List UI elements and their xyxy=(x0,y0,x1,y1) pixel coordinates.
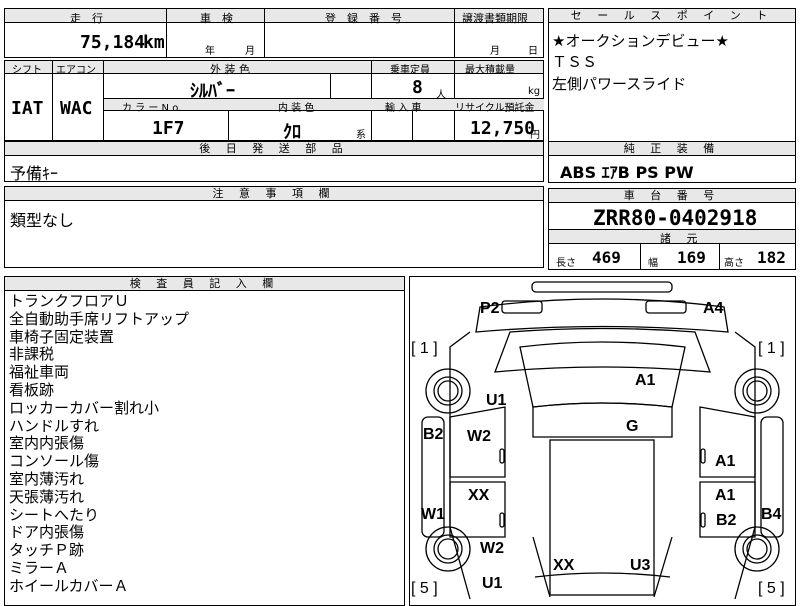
equipment-value: ABS ｴｱB PS PW xyxy=(560,163,694,182)
length-value: 469 xyxy=(592,248,621,267)
header-shift: シフト xyxy=(12,65,42,76)
damage-mark: B2 xyxy=(423,426,444,443)
recycle-unit: 円 xyxy=(530,130,540,141)
damage-mark: W2 xyxy=(467,428,491,445)
width-value: 169 xyxy=(677,248,706,267)
later-parts-header: 後 日 発 送 部 品 xyxy=(5,142,543,156)
header-mileage: 走 行 xyxy=(70,12,103,25)
inspector-list: トランクフロアＵ 全自動助手席リフトアップ 車椅子固定装置 非課税 福祉車両 看… xyxy=(9,292,190,596)
later-parts-value: 予備ｷｰ xyxy=(10,164,59,183)
header-recycle: リサイクル預託金 xyxy=(455,103,535,114)
damage-mark: [ 5 ] xyxy=(411,580,438,597)
chassis-header: 車 台 番 号 xyxy=(549,189,795,203)
damage-mark: U1 xyxy=(486,392,507,409)
header-interior: 内 装 色 xyxy=(278,103,315,114)
header-capacity: 乗車定員 xyxy=(390,65,430,76)
list-item: タッチＰ跡 xyxy=(9,541,85,560)
list-item: コンソール傷 xyxy=(9,452,100,471)
sales-points-header: セ ー ル ス ポ イ ン ト xyxy=(549,9,795,23)
list-item: ハンドルすれ xyxy=(9,416,100,435)
capacity-value: 8 xyxy=(412,77,423,98)
damage-mark: A1 xyxy=(715,453,736,470)
length-label: 長さ xyxy=(556,258,576,269)
list-item: トランクフロアＵ xyxy=(9,292,130,310)
transfer-day: 日 xyxy=(528,46,538,57)
damage-mark: U1 xyxy=(482,575,503,592)
sales-point-item: ★オークションデビュー★ xyxy=(552,32,729,50)
damage-mark: B4 xyxy=(761,506,782,523)
damage-mark: A1 xyxy=(715,487,736,504)
header-inspection: 車 検 xyxy=(200,12,233,25)
list-item: ミラーＡ xyxy=(9,558,70,577)
damage-mark: XX xyxy=(553,557,575,574)
damage-mark: W1 xyxy=(421,506,445,523)
inspection-year: 年 xyxy=(205,46,215,57)
list-item: 福祉車両 xyxy=(9,363,70,382)
list-item: ホイールカバーＡ xyxy=(9,576,129,595)
shift-value: IAT xyxy=(11,98,44,119)
inspector-header: 検 査 員 記 入 欄 xyxy=(5,277,404,291)
header-load: 最大積載量 xyxy=(465,65,515,76)
capacity-unit: 人 xyxy=(436,90,446,101)
header-import: 輸 入 車 xyxy=(385,103,422,114)
aircon-value: WAC xyxy=(60,98,93,119)
list-item: 非課税 xyxy=(9,345,55,364)
header-color-no: カ ラ ー N o. xyxy=(122,103,182,114)
list-item: 室内内張傷 xyxy=(9,434,85,453)
recycle-value: 12,750 xyxy=(470,118,536,139)
mileage-unit: km xyxy=(143,32,165,53)
sales-point-item: ＴＳＳ xyxy=(552,53,598,71)
height-value: 182 xyxy=(757,248,786,267)
notes-header: 注 意 事 項 欄 xyxy=(5,187,543,201)
damage-mark: P2 xyxy=(480,300,500,317)
damage-mark: A1 xyxy=(635,372,656,389)
damage-mark: U3 xyxy=(630,557,651,574)
height-label: 高さ xyxy=(724,258,744,269)
list-item: ドア内張傷 xyxy=(9,523,85,542)
list-item: 車椅子固定装置 xyxy=(9,327,115,346)
transfer-month: 月 xyxy=(490,46,500,57)
damage-mark: XX xyxy=(468,487,490,504)
damage-mark: [ 1 ] xyxy=(411,340,438,357)
list-item: 全自動助手席リフトアップ xyxy=(9,309,190,328)
list-item: ロッカーカバー割れ小 xyxy=(9,398,160,417)
chassis-number: ZRR80-0402918 xyxy=(593,206,758,230)
damage-mark: G xyxy=(626,418,639,435)
damage-mark: [ 5 ] xyxy=(758,580,785,597)
equipment-header: 純 正 装 備 xyxy=(549,142,795,156)
color-no: 1F7 xyxy=(152,118,185,139)
load-unit: kg xyxy=(528,86,541,97)
sales-point-item: 左側パワースライド xyxy=(552,75,687,93)
width-label: 幅 xyxy=(648,258,658,269)
exterior-color: ｼﾙﾊﾞｰ xyxy=(190,81,235,102)
list-item: シートへたり xyxy=(9,505,100,524)
dimensions-header: 諸 元 xyxy=(660,232,704,245)
mileage-value: 75,184 xyxy=(80,32,146,53)
notes-value: 類型なし xyxy=(10,211,75,230)
header-exterior: 外 装 色 xyxy=(210,63,250,76)
list-item: 看板跡 xyxy=(9,380,55,399)
damage-mark: A4 xyxy=(703,300,724,317)
damage-mark: W2 xyxy=(480,540,504,557)
damage-mark: [ 1 ] xyxy=(758,340,785,357)
list-item: 室内薄汚れ xyxy=(9,469,85,488)
damage-mark: B2 xyxy=(716,512,737,529)
header-aircon: エアコン xyxy=(56,65,96,76)
header-transfer: 譲渡書類期限 xyxy=(462,12,528,25)
header-registration: 登 録 番 号 xyxy=(325,12,402,25)
list-item: 天張薄汚れ xyxy=(9,487,85,506)
inspection-month: 月 xyxy=(245,46,255,57)
interior-suffix: 系 xyxy=(356,130,366,141)
